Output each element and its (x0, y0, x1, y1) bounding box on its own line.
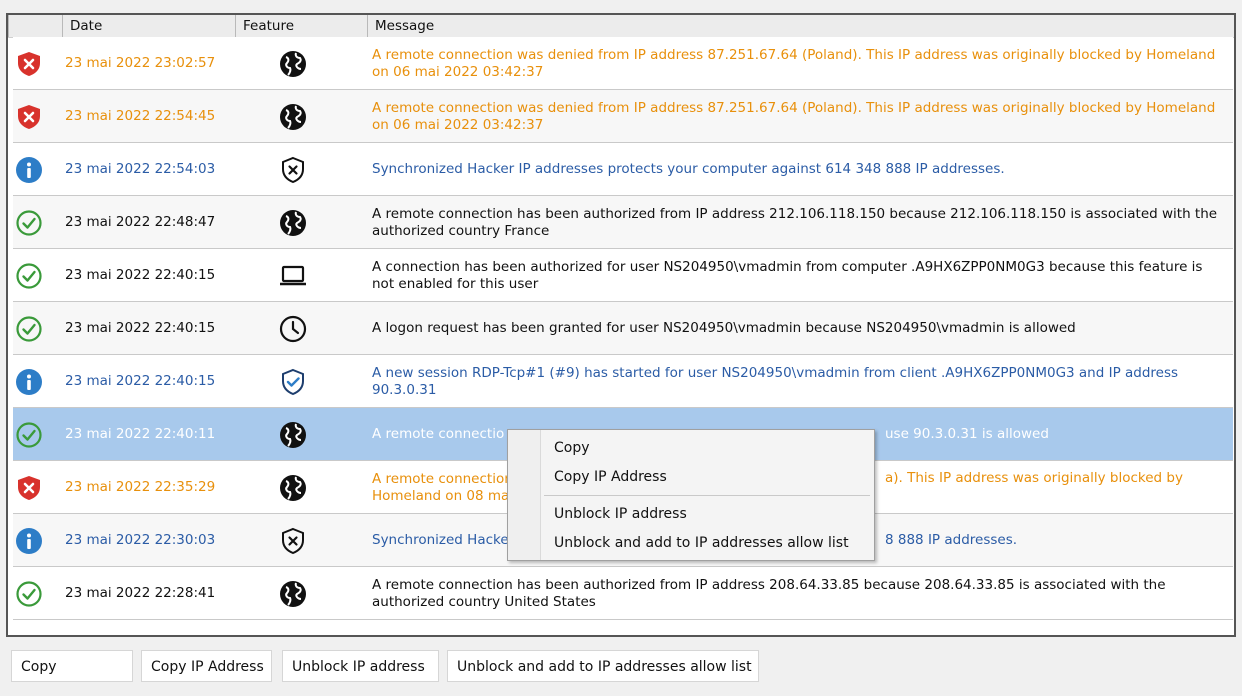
row-message: A logon request has been granted for use… (372, 302, 1222, 355)
row-date: 23 mai 2022 23:02:57 (65, 55, 216, 71)
globe-icon (278, 49, 308, 79)
table-row[interactable]: 23 mai 2022 22:28:41 A remote connection … (13, 567, 1233, 620)
row-message-line2: Homeland on 08 ma (372, 487, 510, 504)
row-date: 23 mai 2022 22:54:03 (65, 161, 216, 177)
row-message: A remote connection has been authorized … (372, 196, 1222, 249)
globe-icon (278, 473, 308, 503)
grid-header: Date Feature Message (8, 15, 1234, 38)
row-message-text: Synchronized Hacker IP addresses protect… (372, 161, 1005, 177)
allowed-check-icon (15, 580, 43, 608)
row-date: 23 mai 2022 22:40:15 (65, 320, 216, 336)
row-message-text: A connection has been authorized for use… (372, 258, 1203, 292)
table-row[interactable]: 23 mai 2022 22:54:45 A remote connection … (13, 90, 1233, 143)
allowed-check-icon (15, 262, 43, 290)
table-row[interactable]: 23 mai 2022 22:54:03 Synchronized Hacker … (13, 143, 1233, 196)
row-date: 23 mai 2022 22:35:29 (65, 479, 216, 495)
row-date: 23 mai 2022 22:54:45 (65, 108, 216, 124)
allowed-check-icon (15, 421, 43, 449)
row-message: A new session RDP-Tcp#1 (#9) has started… (372, 355, 1222, 408)
allowed-check-icon (15, 315, 43, 343)
row-message: A remote connection was denied from IP a… (372, 37, 1222, 90)
message-column-header[interactable]: Message (367, 15, 1234, 37)
row-message-text: A remote connection has been authorized … (372, 205, 1218, 239)
globe-icon (278, 579, 308, 609)
copy-button[interactable]: Copy (11, 650, 133, 682)
row-message-text: A logon request has been granted for use… (372, 320, 1076, 336)
row-message-text: A remote connectio (372, 426, 505, 442)
date-column-header[interactable]: Date (62, 15, 235, 37)
shield-check-icon (278, 367, 308, 397)
info-icon (15, 527, 43, 555)
row-message: A remote connection has been authorized … (372, 567, 1222, 620)
shield-x-icon (278, 526, 308, 556)
table-row[interactable]: 23 mai 2022 23:02:57 A remote connection … (13, 37, 1233, 90)
table-row[interactable]: 23 mai 2022 22:40:15 A logon request has … (13, 302, 1233, 355)
globe-icon (278, 102, 308, 132)
row-date: 23 mai 2022 22:30:03 (65, 532, 216, 548)
severity-column-header[interactable] (8, 15, 62, 37)
table-row[interactable]: 23 mai 2022 22:48:47 A remote connection … (13, 196, 1233, 249)
row-message-tail: 8 888 IP addresses. (885, 532, 1018, 548)
row-message-text: A new session RDP-Tcp#1 (#9) has started… (372, 364, 1179, 398)
row-message-tail: a). This IP address was originally block… (885, 470, 1183, 486)
laptop-icon (278, 261, 308, 291)
row-message: A remote connection was denied from IP a… (372, 90, 1222, 143)
row-date: 23 mai 2022 22:28:41 (65, 585, 216, 601)
context-menu-gutter (508, 430, 541, 560)
row-message: A connection has been authorized for use… (372, 249, 1222, 302)
row-message-tail: use 90.3.0.31 is allowed (885, 426, 1049, 442)
context-menu-separator (544, 495, 870, 496)
info-icon (15, 368, 43, 396)
row-message-text: A remote connection was denied from IP a… (372, 99, 1216, 133)
shield-x-icon (278, 155, 308, 185)
row-message-text: A remote connection was denied from IP a… (372, 46, 1216, 80)
row-date: 23 mai 2022 22:40:15 (65, 373, 216, 389)
context-copy-ip-address[interactable]: Copy IP Address (554, 469, 667, 485)
context-copy[interactable]: Copy (554, 440, 590, 456)
blocked-shield-icon (15, 50, 43, 78)
row-date: 23 mai 2022 22:48:47 (65, 214, 216, 230)
globe-icon (278, 208, 308, 238)
row-message: Synchronized Hacker IP addresses protect… (372, 143, 1222, 196)
table-row[interactable]: 23 mai 2022 22:40:15 A connection has bee… (13, 249, 1233, 302)
globe-icon (278, 420, 308, 450)
row-date: 23 mai 2022 22:40:11 (65, 426, 216, 442)
blocked-shield-icon (15, 103, 43, 131)
allowed-check-icon (15, 209, 43, 237)
row-message-text: Synchronized Hacke (372, 532, 509, 548)
context-menu: Copy Copy IP Address Unblock IP address … (507, 429, 875, 561)
table-row[interactable]: 23 mai 2022 22:40:15 A new session RDP-Tc… (13, 355, 1233, 408)
feature-column-header[interactable]: Feature (235, 15, 367, 37)
unblock-ip-address-button[interactable]: Unblock IP address (282, 650, 439, 682)
row-message-line1: A remote connection (372, 470, 513, 487)
context-unblock-ip-address[interactable]: Unblock IP address (554, 506, 687, 522)
row-date: 23 mai 2022 22:40:15 (65, 267, 216, 283)
info-icon (15, 156, 43, 184)
blocked-shield-icon (15, 474, 43, 502)
unblock-and-allow-button[interactable]: Unblock and add to IP addresses allow li… (447, 650, 759, 682)
context-unblock-and-allow[interactable]: Unblock and add to IP addresses allow li… (554, 535, 849, 551)
clock-icon (278, 314, 308, 344)
copy-ip-address-button[interactable]: Copy IP Address (141, 650, 272, 682)
row-message-text: A remote connection has been authorized … (372, 576, 1166, 610)
